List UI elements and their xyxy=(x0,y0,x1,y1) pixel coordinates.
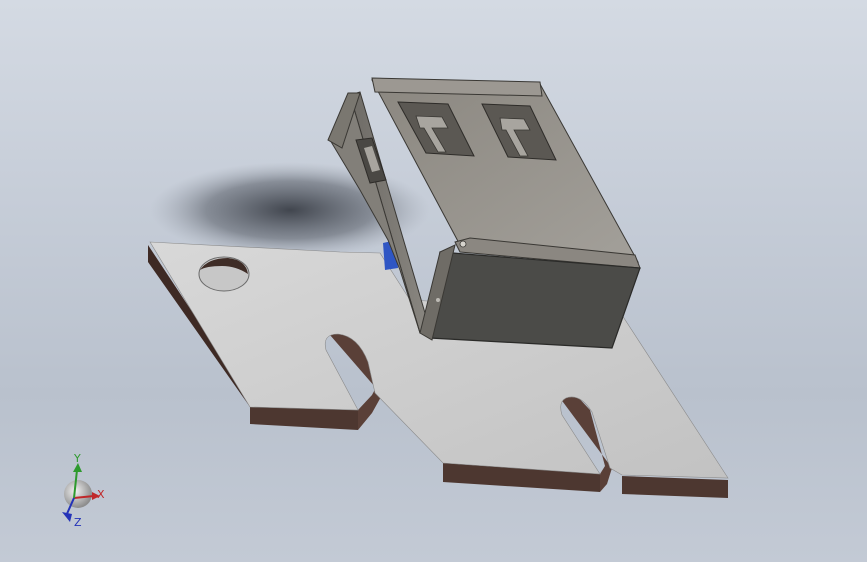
lip-rivet xyxy=(459,240,467,248)
y-axis-label: Y xyxy=(73,452,81,465)
x-axis-label: X xyxy=(97,488,105,501)
plate-edge-front-3 xyxy=(622,476,728,498)
z-axis-label: Z xyxy=(74,516,82,529)
front-pin-dot xyxy=(436,298,440,302)
orientation-triad[interactable]: X Y Z xyxy=(62,452,105,529)
z-axis-arrow xyxy=(62,512,72,522)
usb-port-face[interactable] xyxy=(429,251,641,349)
plate-edge-front-1 xyxy=(250,407,358,430)
graphics-viewport[interactable]: X Y Z xyxy=(0,0,867,562)
triad-sphere xyxy=(64,480,92,508)
